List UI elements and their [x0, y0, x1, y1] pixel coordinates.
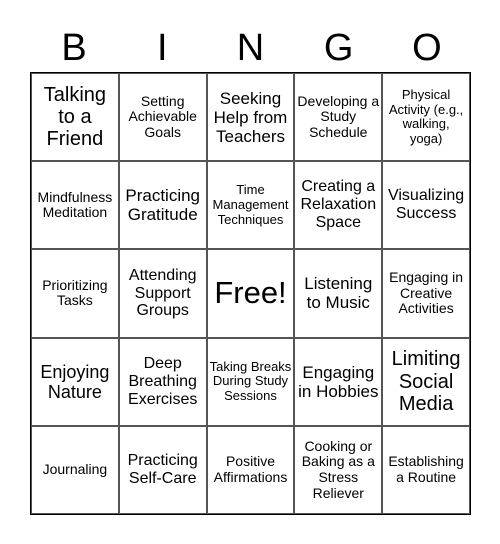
cell-text: Journaling — [42, 461, 108, 478]
bingo-cell[interactable]: Enjoying Nature — [31, 337, 119, 426]
bingo-cell[interactable]: Mindfulness Meditation — [31, 161, 119, 250]
cell-text: Visualizing Success — [387, 187, 465, 223]
header-letter-i: I — [157, 27, 168, 69]
bingo-cell[interactable]: Talking to a Friend — [31, 73, 119, 162]
bingo-cell[interactable]: Deep Breathing Exercises — [118, 337, 207, 426]
free-space-text: Free! — [214, 275, 287, 311]
bingo-cell[interactable]: Setting Achievable Goals — [118, 73, 207, 162]
cell-text: Deep Breathing Exercises — [128, 354, 198, 408]
bingo-cell[interactable]: Visualizing Success — [382, 161, 470, 250]
cell-text: Setting Achievable Goals — [128, 92, 197, 140]
bingo-cell[interactable]: Taking Breaks During Study Sessions — [206, 337, 295, 426]
cell-text: Engaging in Hobbies — [298, 362, 379, 401]
bingo-cell[interactable]: Developing a Study Schedule — [294, 73, 383, 162]
bingo-cell[interactable]: Cooking or Baking as a Stress Reliever — [294, 425, 383, 514]
cell-text: Developing a Study Schedule — [297, 92, 380, 140]
cell-text: Enjoying Nature — [40, 361, 110, 402]
header-letter-g: G — [323, 27, 354, 69]
cell-text: Cooking or Baking as a Stress Reliever — [301, 437, 375, 501]
bingo-cell[interactable]: Attending Support Groups — [118, 249, 207, 338]
bingo-board: Talking to a Friend Setting Achievable G… — [30, 72, 471, 515]
bingo-cell[interactable]: Physical Activity (e.g., walking, yoga) — [382, 73, 470, 162]
free-space-cell[interactable]: Free! — [206, 249, 295, 338]
cell-text: Practicing Gratitude — [125, 186, 201, 225]
bingo-cell[interactable]: Engaging in Hobbies — [294, 337, 383, 426]
cell-text: Attending Support Groups — [128, 266, 197, 320]
cell-text: Limiting Social Media — [391, 348, 461, 415]
cell-text: Physical Activity (e.g., walking, yoga) — [388, 87, 464, 146]
bingo-cell[interactable]: Engaging in Creative Activities — [382, 249, 470, 338]
header-letter-n: N — [236, 27, 265, 69]
bingo-header: B I N G O — [30, 24, 471, 72]
cell-text: Mindfulness Meditation — [37, 188, 113, 221]
bingo-cell[interactable]: Journaling — [31, 425, 119, 514]
cell-text: Engaging in Creative Activities — [389, 268, 464, 317]
cell-text: Practicing Self-Care — [127, 451, 198, 487]
header-letter-o: O — [412, 27, 442, 69]
bingo-cell[interactable]: Practicing Self-Care — [118, 425, 207, 514]
cell-text: Positive Affirmations — [213, 453, 288, 485]
cell-text: Prioritizing Tasks — [42, 276, 108, 309]
bingo-cell[interactable]: Limiting Social Media — [382, 337, 470, 426]
cell-text: Listening to Music — [304, 274, 373, 313]
cell-text: Creating a Relaxation Space — [300, 178, 377, 232]
cell-text: Taking Breaks During Study Sessions — [209, 358, 292, 403]
cell-text: Talking to a Friend — [43, 83, 107, 151]
bingo-cell[interactable]: Practicing Gratitude — [118, 161, 207, 250]
bingo-cell[interactable]: Seeking Help from Teachers — [206, 73, 295, 162]
bingo-cell[interactable]: Time Management Techniques — [206, 161, 295, 250]
bingo-cell[interactable]: Listening to Music — [294, 249, 383, 338]
cell-text: Time Management Techniques — [212, 182, 289, 227]
bingo-cell[interactable]: Establishing a Routine — [382, 425, 470, 514]
header-letter-b: B — [61, 27, 87, 69]
bingo-cell[interactable]: Positive Affirmations — [206, 425, 295, 514]
cell-text: Establishing a Routine — [388, 453, 464, 485]
bingo-cell[interactable]: Creating a Relaxation Space — [294, 161, 383, 250]
cell-text: Seeking Help from Teachers — [213, 88, 288, 146]
bingo-cell[interactable]: Prioritizing Tasks — [31, 249, 119, 338]
